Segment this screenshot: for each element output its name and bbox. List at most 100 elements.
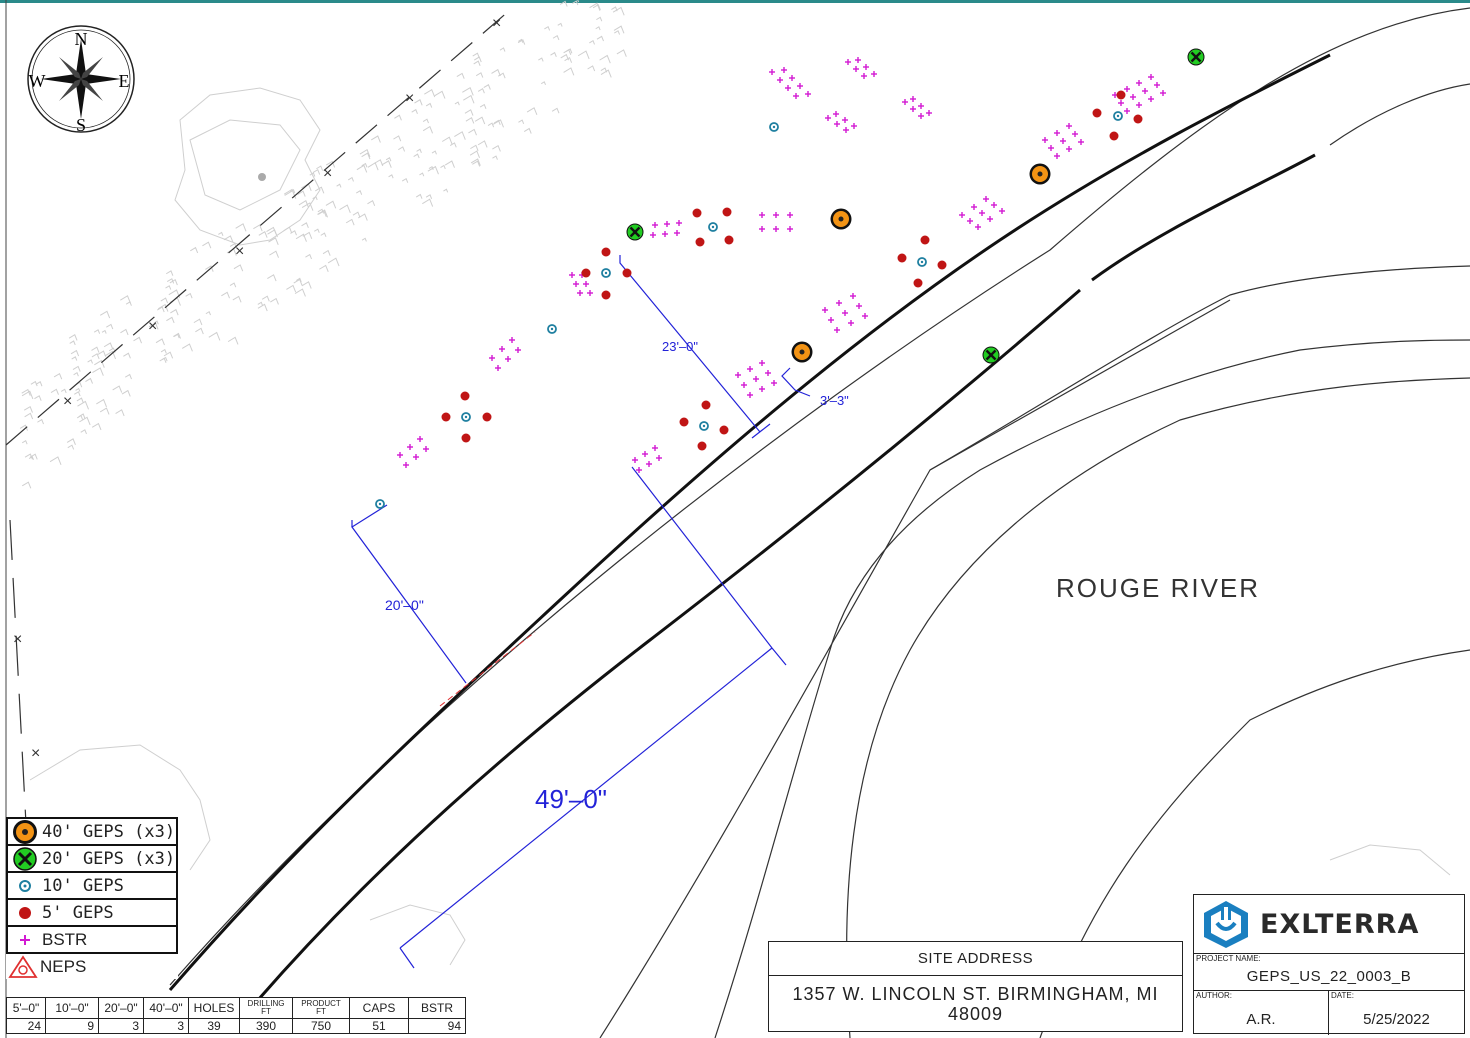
- geps-5-marker: [482, 412, 492, 422]
- bstr-marker: [499, 346, 505, 352]
- geps-5-marker: [601, 290, 611, 300]
- bstr-marker: [789, 75, 795, 81]
- legend-row-20-geps: 20' GEPS (x3): [6, 844, 178, 871]
- bstr-marker: [1042, 137, 1048, 143]
- company-name: EXLTERRA: [1260, 908, 1420, 940]
- bstr-marker: [652, 222, 658, 228]
- legend-row-neps: NEPS: [6, 952, 178, 979]
- geps-5-marker: [601, 247, 611, 257]
- title-block: EXLTERRA PROJECT NAME: GEPS_US_22_0003_B…: [1193, 894, 1465, 1035]
- bstr-marker: [773, 226, 779, 232]
- bstr-marker: [1072, 131, 1078, 137]
- bstr-marker: [509, 337, 515, 343]
- geps-10-marker: [461, 412, 471, 422]
- legend-row-10-geps: 10' GEPS: [6, 871, 178, 898]
- geps-20-marker: [1187, 48, 1205, 66]
- fence-x-mark: ×: [323, 165, 332, 182]
- fence-x-mark: ×: [13, 631, 22, 648]
- bstr-marker: [855, 57, 861, 63]
- geps-5-marker: [722, 207, 732, 217]
- geps-5-marker: [937, 260, 947, 270]
- geps-10-marker: [601, 268, 611, 278]
- fence-x-mark: ×: [148, 318, 157, 335]
- bstr-marker: [403, 462, 409, 468]
- bstr-marker: [787, 212, 793, 218]
- geps-5-marker: [1092, 108, 1102, 118]
- geps-5-marker: [1133, 114, 1143, 124]
- bstr-marker: [1060, 138, 1066, 144]
- geps-20-marker: [626, 223, 644, 241]
- geps-5-marker: [461, 433, 471, 443]
- river-label: ROUGE RIVER: [1056, 573, 1260, 603]
- quantities-value-row: 24 9 3 3 39 390 750 51 94: [6, 1018, 466, 1034]
- geps-10-marker: [917, 257, 927, 267]
- bstr-marker: [747, 366, 753, 372]
- bstr-marker: [759, 360, 765, 366]
- bstr-marker: [636, 467, 642, 473]
- fence-x-mark: ×: [31, 745, 40, 762]
- bstr-marker: [983, 196, 989, 202]
- bstr-marker: [652, 445, 658, 451]
- bstr-marker: [967, 218, 973, 224]
- bstr-marker: [834, 121, 840, 127]
- geps-20-icon: [13, 846, 37, 871]
- legend-row-5-geps: 5' GEPS: [6, 898, 178, 925]
- svg-text:E: E: [119, 71, 130, 91]
- bstr-marker: [759, 386, 765, 392]
- bstr-marker: [918, 103, 924, 109]
- geps-10-icon: [19, 879, 31, 892]
- bstr-marker: [569, 272, 575, 278]
- bstr-marker: [787, 226, 793, 232]
- bstr-marker: [1154, 82, 1160, 88]
- bstr-marker: [573, 281, 579, 287]
- bstr-marker: [1118, 100, 1124, 106]
- geps-5-marker: [701, 400, 711, 410]
- bstr-icon: [20, 934, 30, 945]
- geps-5-marker: [695, 237, 705, 247]
- geps-5-icon: [19, 906, 31, 919]
- bstr-marker: [741, 382, 747, 388]
- bstr-marker: [785, 85, 791, 91]
- bstr-marker: [1136, 102, 1142, 108]
- bstr-marker: [918, 113, 924, 119]
- bstr-marker: [871, 71, 877, 77]
- bstr-marker: [1142, 88, 1148, 94]
- geps-20-marker: [982, 346, 1000, 364]
- bstr-marker: [959, 212, 965, 218]
- neps-icon: [8, 954, 38, 978]
- bstr-marker: [1066, 146, 1072, 152]
- geps-5-marker: [581, 268, 591, 278]
- exlterra-logo-icon: [1204, 901, 1248, 948]
- bstr-marker: [856, 303, 862, 309]
- geps-5-marker: [697, 441, 707, 451]
- bstr-marker: [971, 204, 977, 210]
- bstr-marker: [747, 392, 753, 398]
- bstr-marker: [1124, 86, 1130, 92]
- bstr-marker: [587, 290, 593, 296]
- geps-40-icon: [13, 819, 37, 844]
- geps-5-marker: [679, 417, 689, 427]
- bstr-marker: [797, 83, 803, 89]
- bstr-marker: [850, 293, 856, 299]
- bstr-marker: [662, 231, 668, 237]
- dimension-label-20ft: 20'–0": [385, 597, 424, 613]
- bstr-marker: [753, 376, 759, 382]
- legend-row-40-geps: 40' GEPS (x3): [6, 817, 178, 844]
- geps-5-marker: [692, 208, 702, 218]
- bstr-marker: [834, 327, 840, 333]
- bstr-marker: [862, 313, 868, 319]
- river-banks: [169, 7, 1470, 1038]
- geps-10-marker: [547, 324, 557, 334]
- bstr-marker: [979, 210, 985, 216]
- site-plan-map: × × × × × × × × 23'–0" 3'–3" 20'–0" 49'–0" ROUG…: [0, 0, 1470, 1038]
- bstr-marker: [781, 67, 787, 73]
- bstr-marker: [1054, 130, 1060, 136]
- geps-40-marker: [791, 341, 813, 363]
- bstr-marker: [1160, 90, 1166, 96]
- fence-line: × × × × × × × ×: [5, 9, 511, 901]
- bstr-marker: [759, 212, 765, 218]
- bstr-marker: [853, 66, 859, 72]
- bstr-marker: [848, 320, 854, 326]
- bstr-marker: [828, 317, 834, 323]
- bstr-marker: [999, 208, 1005, 214]
